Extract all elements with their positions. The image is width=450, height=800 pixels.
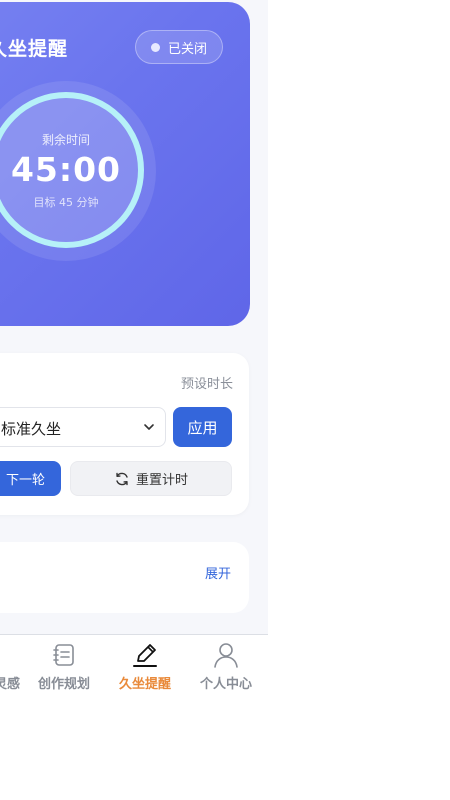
expand-link[interactable]: 展开 [205,563,231,582]
preset-duration-label: 预设时长 [180,377,233,392]
collapsible-card: 展开 [0,542,249,613]
tab-sitting-reminder-label: 久坐提醒 [119,677,172,692]
goal-text: 目标 45 分钟 [33,195,99,209]
tab-inspiration[interactable]: 灵感 [0,673,20,692]
remaining-time-value: 45:00 [10,149,122,189]
hero-title: 久坐提醒 [0,38,69,60]
tab-creation-plan-label: 创作规划 [38,677,91,692]
tab-inspiration-label: 灵感 [0,677,21,692]
reset-timer-button[interactable]: 重置计时 [70,461,232,496]
bottom-tab-bar: 灵感 创作规划 久坐提醒 个人中心 [0,634,268,704]
pen-icon [133,644,157,667]
status-dot-icon [150,42,160,52]
tab-profile-label: 个人中心 [200,677,253,692]
notebook-icon [53,644,74,666]
tab-profile[interactable]: 个人中心 [200,641,252,692]
user-icon [214,643,238,668]
tab-creation-plan[interactable]: 创作规划 [38,641,90,692]
timer-hero-card: 久坐提醒 已关闭 剩余时间 45:00 目标 45 分钟 [0,2,250,326]
status-text: 已关闭 [167,41,207,57]
tab-sitting-reminder[interactable]: 久坐提醒 [119,641,171,692]
app-viewport: 久坐提醒 已关闭 剩余时间 45:00 目标 45 分钟 预设时长 标准久坐 应… [0,0,268,800]
preset-select[interactable]: 标准久坐 [0,407,166,447]
remaining-time-label: 剩余时间 [41,132,90,147]
chevron-down-icon [144,424,154,430]
refresh-icon [116,472,128,485]
apply-button[interactable]: 应用 [173,407,232,447]
reminder-status-toggle[interactable]: 已关闭 [135,30,223,64]
preset-select-value: 标准久坐 [1,420,62,438]
reset-timer-label: 重置计时 [135,473,188,488]
next-round-button[interactable]: 下一轮 [0,461,61,496]
preset-card: 预设时长 标准久坐 应用 下一轮 重置计时 [0,353,249,515]
